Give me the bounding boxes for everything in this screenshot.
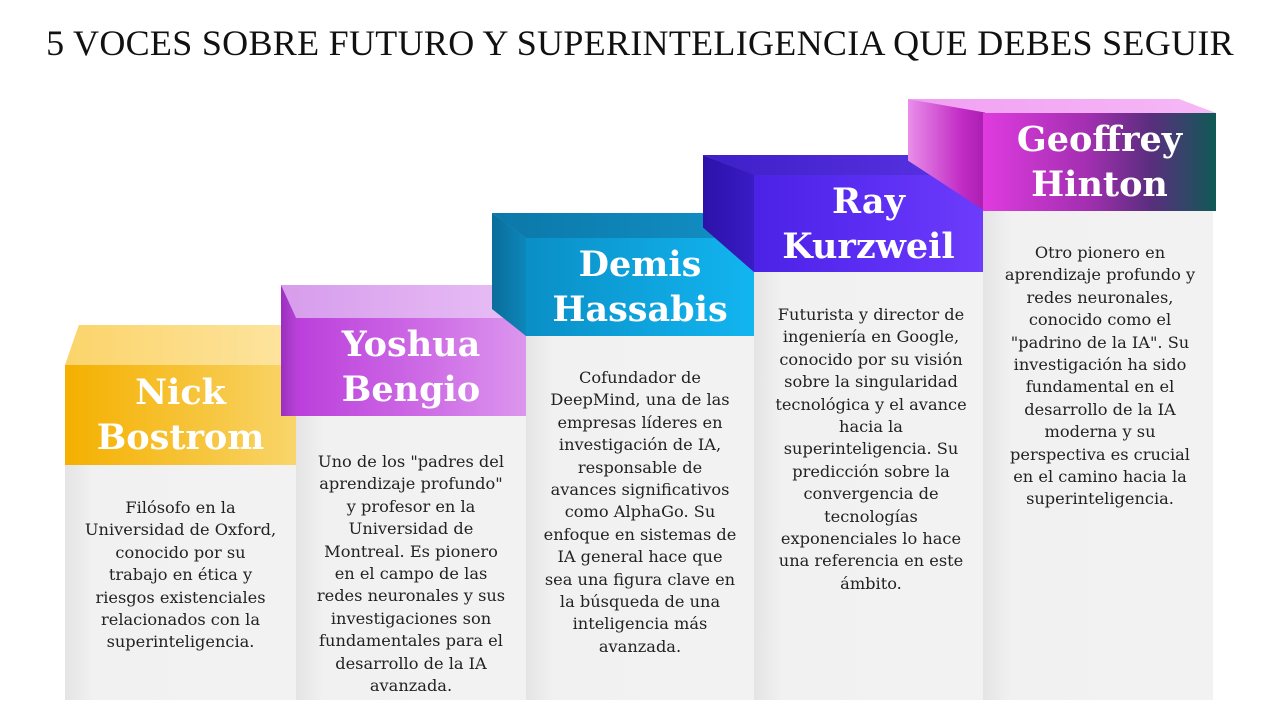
person-description: Cofundador de DeepMind, una de las empre…: [543, 368, 737, 656]
person-description: Uno de los "padres del aprendizaje profu…: [316, 452, 506, 696]
person-description: Otro pionero en aprendizaje profundo y r…: [1004, 243, 1196, 509]
step-header: Nick Bostrom: [65, 365, 296, 465]
step-header: Demis Hassabis: [526, 238, 754, 336]
person-description: Futurista y director de ingeniería en Go…: [775, 305, 967, 593]
person-name-line1: Geoffrey: [1016, 119, 1183, 160]
page-title: 5 VOCES SOBRE FUTURO Y SUPERINTELIGENCIA…: [46, 23, 1234, 63]
person-name-line2: Hassabis: [552, 289, 728, 330]
step-top-face: [281, 285, 526, 318]
step-header: Ray Kurzweil: [754, 175, 983, 272]
person-name-line1: Demis: [578, 244, 702, 285]
person-description: Filósofo en la Universidad de Oxford, co…: [84, 498, 277, 652]
person-name-line1: Yoshua: [341, 324, 481, 365]
person-name-line2: Bengio: [341, 369, 481, 410]
person-name-line2: Hinton: [1031, 164, 1168, 205]
person-name-line2: Bostrom: [96, 417, 265, 458]
person-name-line2: Kurzweil: [782, 225, 955, 267]
person-name-line1: Nick: [135, 372, 226, 413]
step-top-face: [65, 325, 296, 365]
person-name-line1: Ray: [832, 180, 905, 222]
step-header: Yoshua Bengio: [296, 318, 526, 416]
step-header: Geoffrey Hinton: [983, 113, 1216, 211]
